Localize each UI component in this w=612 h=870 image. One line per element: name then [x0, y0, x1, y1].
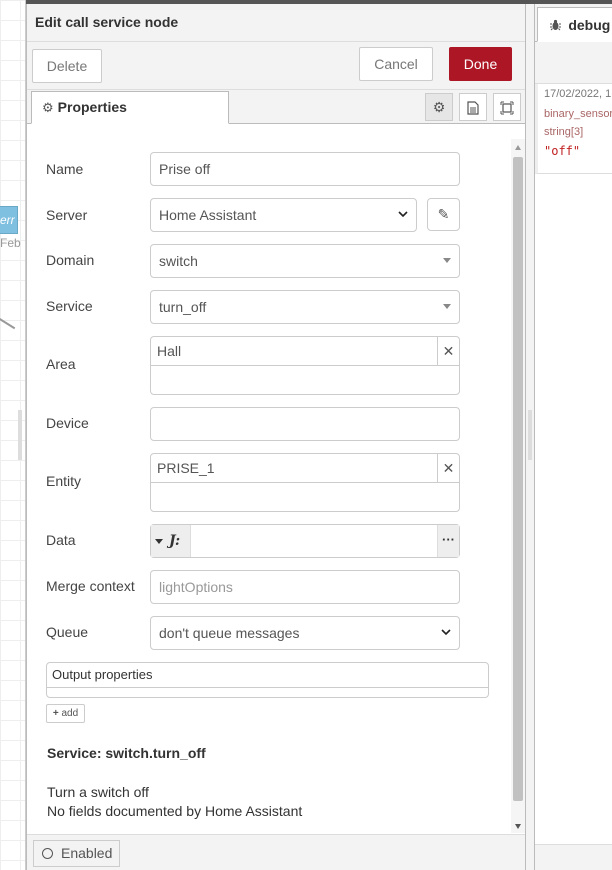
data-label: Data	[46, 532, 76, 548]
area-value: Hall	[157, 343, 182, 359]
plus-icon: +	[52, 708, 59, 719]
merge-context-label: Merge context	[46, 578, 135, 594]
sidebar-tabs: debug	[535, 4, 612, 42]
delete-button[interactable]: Delete	[32, 49, 102, 83]
scrollbar-thumb[interactable]	[513, 157, 523, 801]
tray-toolbar: Delete Cancel Done	[27, 42, 525, 90]
name-input[interactable]: Prise off	[150, 152, 460, 186]
json-type-icon: J:	[169, 533, 181, 549]
scroll-up-arrow-icon[interactable]	[515, 145, 521, 150]
queue-select-value: don't queue messages	[159, 625, 300, 641]
enabled-label: Enabled	[61, 845, 113, 861]
service-doc-title: Service: switch.turn_off	[47, 745, 206, 761]
name-label: Name	[46, 161, 84, 177]
caret-down-icon	[155, 539, 163, 545]
chevron-down-icon	[398, 199, 408, 243]
caret-down-icon	[443, 258, 451, 263]
node-properties-gear-icon[interactable]: ⚙	[425, 93, 453, 121]
device-input[interactable]	[150, 407, 460, 441]
service-label: Service	[46, 298, 93, 314]
merge-context-placeholder: lightOptions	[159, 579, 233, 595]
tab-debug[interactable]: debug	[537, 7, 612, 42]
tab-debug-label: debug	[568, 17, 611, 33]
form-scrollbar[interactable]	[511, 139, 525, 833]
add-output-property-button[interactable]: + add	[46, 704, 85, 723]
flow-canvas[interactable]: err Feb	[0, 0, 26, 870]
queue-select[interactable]: don't queue messages	[150, 616, 460, 650]
add-label: add	[61, 708, 79, 719]
server-select[interactable]: Home Assistant	[150, 198, 417, 232]
domain-value: switch	[159, 253, 198, 269]
entity-select[interactable]: PRISE_1 ✕	[150, 453, 460, 512]
output-properties-list[interactable]: Output properties	[46, 662, 489, 698]
queue-label: Queue	[46, 624, 89, 640]
node-description-icon[interactable]	[459, 93, 487, 121]
done-button[interactable]: Done	[449, 47, 512, 81]
service-doc-line: Turn a switch off	[47, 784, 149, 800]
node-appearance-icon[interactable]	[493, 93, 521, 121]
properties-form: Name Prise off Server Home Assistant ✎ D…	[27, 139, 511, 839]
server-select-value: Home Assistant	[159, 207, 257, 223]
chevron-down-icon	[441, 617, 451, 661]
area-select[interactable]: Hall ✕	[150, 336, 460, 395]
canvas-node[interactable]: err	[0, 206, 18, 234]
device-label: Device	[46, 415, 89, 431]
sidebar-footer	[535, 844, 612, 870]
output-properties-header: Output properties	[47, 663, 488, 688]
server-label: Server	[46, 207, 88, 223]
debug-message-topic: binary_sensor	[544, 108, 612, 120]
data-typed-input[interactable]: J: ···	[150, 524, 460, 558]
circle-icon	[42, 848, 53, 859]
tray-tabs: ⚙ Properties ⚙	[27, 90, 525, 124]
caret-down-icon	[443, 304, 451, 309]
service-doc-line: No fields documented by Home Assistant	[47, 803, 303, 819]
edit-server-pencil-icon[interactable]: ✎	[427, 198, 460, 231]
domain-input[interactable]: switch	[150, 244, 460, 278]
service-doc-description: Turn a switch off No fields documented b…	[47, 783, 302, 821]
edit-tray: Edit call service node Delete Cancel Don…	[26, 4, 526, 870]
canvas-wire	[0, 318, 16, 343]
debug-toolbar	[535, 42, 612, 84]
scroll-down-arrow-icon[interactable]	[515, 824, 521, 829]
merge-context-input[interactable]: lightOptions	[150, 570, 460, 604]
expand-editor-ellipsis-icon[interactable]: ···	[437, 525, 459, 557]
clear-area-close-icon[interactable]: ✕	[437, 337, 459, 365]
debug-message[interactable]: 17/02/2022, 1 binary_sensor string[3] "o…	[535, 84, 612, 174]
data-type-selector[interactable]: J:	[151, 525, 191, 557]
tab-properties[interactable]: ⚙ Properties	[31, 91, 229, 124]
debug-message-type: string[3]	[544, 126, 584, 138]
bug-icon	[550, 19, 564, 33]
service-input[interactable]: turn_off	[150, 290, 460, 324]
tray-footer: Enabled	[27, 834, 525, 870]
service-value: turn_off	[159, 299, 207, 315]
tray-title: Edit call service node	[27, 4, 525, 42]
gear-icon: ⚙	[42, 100, 54, 115]
debug-message-date: 17/02/2022, 1	[544, 88, 612, 100]
canvas-node-label: err	[0, 213, 15, 227]
tray-resize-handle[interactable]	[18, 410, 22, 460]
enabled-toggle-button[interactable]: Enabled	[33, 840, 120, 867]
cancel-button[interactable]: Cancel	[359, 47, 433, 81]
canvas-node-status: Feb	[0, 236, 21, 250]
sidebar-resize-handle[interactable]	[528, 410, 532, 460]
tab-properties-label: Properties	[57, 99, 127, 115]
domain-label: Domain	[46, 252, 95, 268]
debug-message-value: "off"	[544, 144, 581, 158]
entity-label: Entity	[46, 473, 82, 489]
clear-entity-close-icon[interactable]: ✕	[437, 454, 459, 482]
entity-value: PRISE_1	[157, 460, 215, 476]
debug-sidebar: debug 17/02/2022, 1 binary_sensor string…	[534, 4, 612, 870]
area-label: Area	[46, 356, 76, 372]
